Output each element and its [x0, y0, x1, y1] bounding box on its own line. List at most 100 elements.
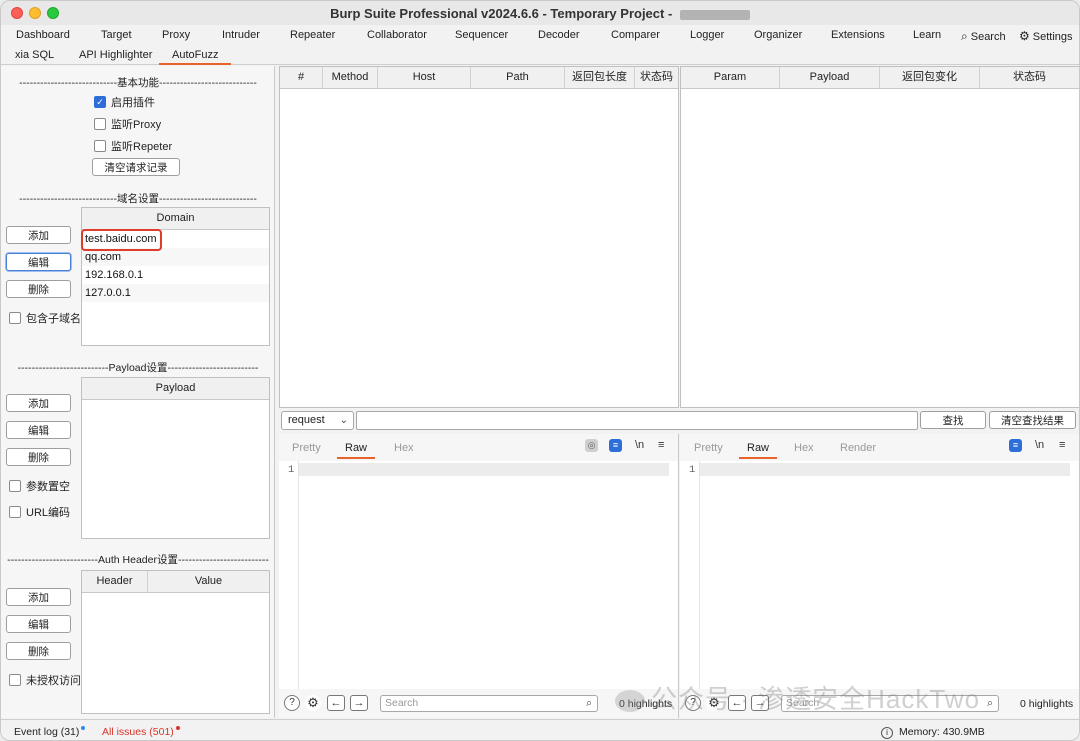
filter-type-select[interactable]: request ⌄ — [281, 411, 354, 430]
listen-repeater-checkbox[interactable]: 监听Repeter — [94, 138, 172, 154]
request-search-input[interactable]: Search ⌕ — [380, 695, 598, 712]
response-editor-body[interactable]: 1 — [680, 461, 1079, 689]
unauth-access-checkbox[interactable]: 未授权访问 — [9, 672, 81, 688]
unauth-access-label: 未授权访问 — [26, 675, 81, 687]
help-icon[interactable]: ? — [284, 695, 300, 711]
tab-learn[interactable]: Learn — [913, 29, 941, 41]
listen-proxy-label: 监听Proxy — [111, 119, 162, 131]
domain-column-header[interactable]: Domain — [82, 208, 269, 229]
payload-edit-button[interactable]: 编辑 — [6, 421, 71, 439]
event-dot-icon — [81, 726, 86, 730]
col-response-change[interactable]: 返回包变化 — [880, 67, 980, 88]
wrap-icon[interactable]: ≡ — [1009, 439, 1022, 452]
info-icon: i — [881, 727, 893, 739]
filter-input[interactable] — [356, 411, 918, 430]
value-column-header[interactable]: Value — [148, 571, 269, 592]
domain-highlight-box — [81, 229, 162, 251]
request-editor-body[interactable]: 1 — [279, 461, 678, 689]
current-line — [700, 463, 1070, 476]
auth-edit-button[interactable]: 编辑 — [6, 615, 71, 633]
col-path[interactable]: Path — [471, 67, 565, 88]
tab-organizer[interactable]: Organizer — [754, 29, 802, 41]
tab-intruder[interactable]: Intruder — [222, 29, 260, 41]
tab-decoder[interactable]: Decoder — [538, 29, 580, 41]
tab-extensions[interactable]: Extensions — [831, 29, 885, 41]
col-param[interactable]: Param — [681, 67, 780, 88]
domain-table[interactable]: Domain test.baidu.com qq.com 192.168.0.1… — [81, 207, 270, 346]
clear-results-button[interactable]: 清空查找结果 — [989, 411, 1076, 429]
editor-tab-hex[interactable]: Hex — [794, 442, 814, 454]
col-status-code[interactable]: 状态码 — [635, 67, 678, 88]
payload-table[interactable]: Payload — [81, 377, 270, 539]
editor-tab-pretty[interactable]: Pretty — [292, 442, 321, 454]
auth-header-table[interactable]: Header Value — [81, 570, 270, 714]
domain-row[interactable]: 192.168.0.1 — [82, 266, 269, 284]
tab-comparer[interactable]: Comparer — [611, 29, 660, 41]
tab-dashboard[interactable]: Dashboard — [16, 29, 70, 41]
request-table[interactable]: # Method Host Path 返回包长度 状态码 — [279, 66, 679, 408]
payload-delete-button[interactable]: 删除 — [6, 448, 71, 466]
auth-add-button[interactable]: 添加 — [6, 588, 71, 606]
col-response-length[interactable]: 返回包长度 — [565, 67, 635, 88]
search-icon: ⌕ — [586, 697, 592, 709]
tab-xia-sql[interactable]: xia SQL — [15, 49, 54, 61]
domain-row[interactable]: 127.0.0.1 — [82, 284, 269, 302]
menu-icon[interactable]: ≡ — [658, 439, 664, 451]
issues-dot-icon — [175, 726, 180, 730]
forward-arrow-icon[interactable]: → — [350, 695, 368, 711]
domain-add-button[interactable]: 添加 — [6, 226, 71, 244]
col-result-status-code[interactable]: 状态码 — [980, 67, 1079, 88]
editor-tab-pretty[interactable]: Pretty — [694, 442, 723, 454]
result-table[interactable]: Param Payload 返回包变化 状态码 — [680, 66, 1079, 408]
header-column-header[interactable]: Header — [82, 571, 148, 592]
editor-tab-raw[interactable]: Raw — [337, 442, 376, 459]
wrap-icon[interactable]: ≡ — [609, 439, 622, 452]
listen-proxy-checkbox[interactable]: 监听Proxy — [94, 116, 161, 132]
clear-records-button[interactable]: 清空请求记录 — [92, 158, 180, 176]
highlights-count: 0 highlights — [1020, 698, 1074, 710]
current-line — [299, 463, 669, 476]
all-issues-link[interactable]: All issues (501) — [102, 726, 180, 738]
tab-repeater[interactable]: Repeater — [290, 29, 335, 41]
menu-icon[interactable]: ≡ — [1059, 439, 1065, 451]
settings-button[interactable]: ⚙ Settings — [1019, 29, 1073, 43]
col-payload[interactable]: Payload — [780, 67, 880, 88]
tab-api-highlighter[interactable]: API Highlighter — [79, 49, 152, 61]
col-method[interactable]: Method — [323, 67, 378, 88]
window-title: Burp Suite Professional v2024.6.6 - Temp… — [1, 6, 1079, 21]
hide-icon[interactable]: ◎ — [585, 439, 598, 452]
payload-add-button[interactable]: 添加 — [6, 394, 71, 412]
url-encode-checkbox[interactable]: URL编码 — [9, 504, 70, 520]
event-log-link[interactable]: Event log (31) — [14, 726, 86, 738]
editor-tab-render[interactable]: Render — [840, 442, 876, 454]
tab-autofuzz[interactable]: AutoFuzz — [159, 49, 232, 65]
include-subdomain-checkbox[interactable]: 包含子域名 — [9, 310, 81, 326]
tab-proxy[interactable]: Proxy — [162, 29, 190, 41]
basic-section-title: ----------------------------基本功能--------… — [19, 77, 257, 89]
param-empty-label: 参数置空 — [26, 481, 70, 493]
payload-column-header[interactable]: Payload — [82, 378, 269, 399]
auth-delete-button[interactable]: 删除 — [6, 642, 71, 660]
tab-logger[interactable]: Logger — [690, 29, 724, 41]
domain-delete-button[interactable]: 删除 — [6, 280, 71, 298]
back-arrow-icon[interactable]: ← — [327, 695, 345, 711]
chevron-down-icon: ⌄ — [339, 415, 348, 426]
param-empty-checkbox[interactable]: 参数置空 — [9, 478, 70, 494]
include-subdomain-label: 包含子域名 — [26, 313, 81, 325]
col-host[interactable]: Host — [378, 67, 471, 88]
tab-sequencer[interactable]: Sequencer — [455, 29, 508, 41]
gear-icon[interactable]: ⚙ — [305, 695, 321, 711]
domain-edit-button[interactable]: 编辑 — [6, 253, 71, 271]
newline-icon[interactable]: \n — [635, 439, 644, 451]
find-button[interactable]: 查找 — [920, 411, 986, 429]
gear-icon: ⚙ — [1019, 29, 1030, 43]
tab-collaborator[interactable]: Collaborator — [367, 29, 427, 41]
col-index[interactable]: # — [280, 67, 323, 88]
newline-icon[interactable]: \n — [1035, 439, 1044, 451]
tab-target[interactable]: Target — [101, 29, 132, 41]
editor-tab-raw[interactable]: Raw — [739, 442, 778, 459]
autofuzz-settings-panel: ----------------------------基本功能--------… — [1, 66, 275, 718]
enable-plugin-checkbox[interactable]: ✓ 启用插件 — [94, 94, 155, 110]
search-button[interactable]: ⌕ Search — [961, 29, 1006, 44]
editor-tab-hex[interactable]: Hex — [394, 442, 414, 454]
